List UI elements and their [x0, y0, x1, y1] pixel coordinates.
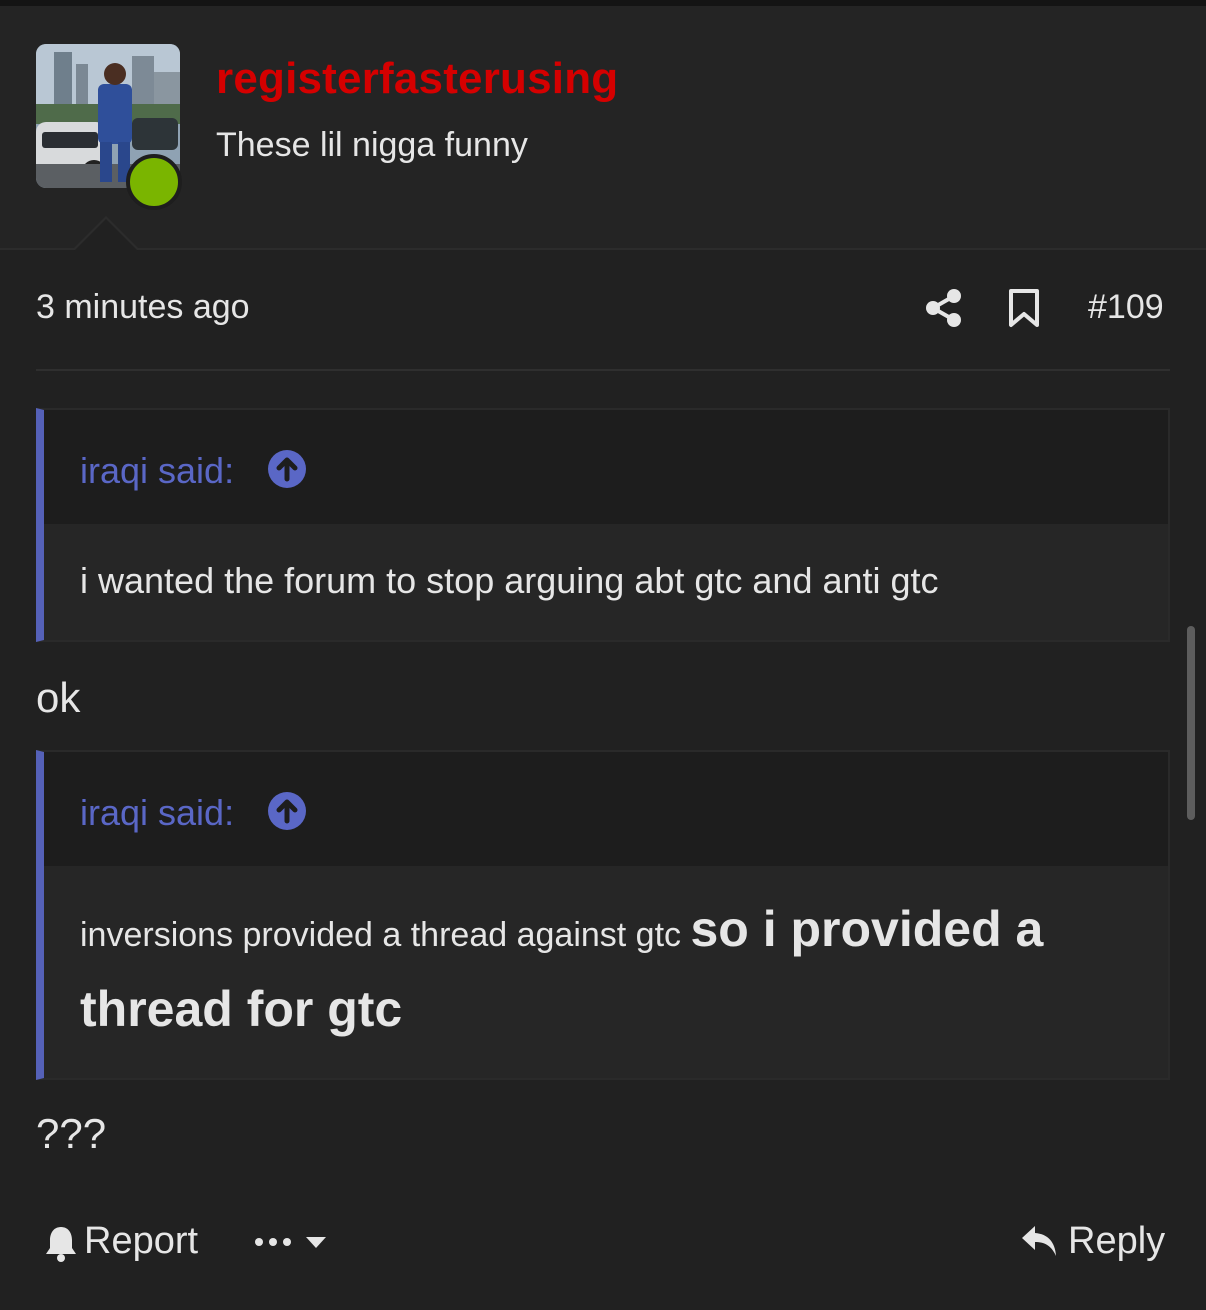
post-timestamp[interactable]: 3 minutes ago [36, 288, 250, 327]
quote-author[interactable]: iraqi said: [80, 792, 234, 834]
reply-text: ??? [36, 1110, 107, 1157]
online-status-indicator [126, 154, 182, 210]
bookmark-icon[interactable] [1006, 288, 1042, 328]
share-icon[interactable] [924, 288, 964, 328]
caret-down-icon[interactable] [304, 1234, 328, 1250]
header-pointer-fill [74, 219, 138, 251]
more-dots-icon[interactable] [254, 1236, 292, 1248]
arrow-up-circle-icon[interactable] [268, 792, 306, 830]
reply-button[interactable]: Reply [1068, 1220, 1165, 1263]
reply-icon[interactable] [1020, 1222, 1058, 1260]
quote-text: i wanted the forum to stop arguing abt g… [80, 560, 939, 601]
quote-author[interactable]: iraqi said: [80, 450, 234, 492]
quote-header[interactable]: iraqi said: [44, 410, 1168, 524]
report-button[interactable]: Report [84, 1220, 198, 1263]
reply-text: ok [36, 674, 81, 721]
quote-header[interactable]: iraqi said: [44, 752, 1168, 866]
quote-text: inversions provided a thread against gtc… [80, 892, 1150, 1052]
quote-block: iraqi said: inversions provided a thread… [36, 750, 1170, 1080]
quote-text-normal: inversions provided a thread against gtc [80, 916, 691, 954]
post-divider [36, 369, 1170, 371]
bell-icon[interactable] [44, 1224, 78, 1262]
scrollbar-thumb[interactable] [1187, 626, 1195, 820]
username-link[interactable]: registerfasterusing [216, 54, 618, 104]
quote-body: inversions provided a thread against gtc… [44, 866, 1168, 1078]
post-number-link[interactable]: #109 [1088, 288, 1164, 327]
user-title: These lil nigga funny [216, 126, 528, 164]
arrow-up-circle-icon[interactable] [268, 450, 306, 488]
quote-block: iraqi said: i wanted the forum to stop a… [36, 408, 1170, 642]
post-user-header: registerfasterusing These lil nigga funn… [0, 6, 1206, 250]
quote-body: i wanted the forum to stop arguing abt g… [44, 524, 1168, 640]
